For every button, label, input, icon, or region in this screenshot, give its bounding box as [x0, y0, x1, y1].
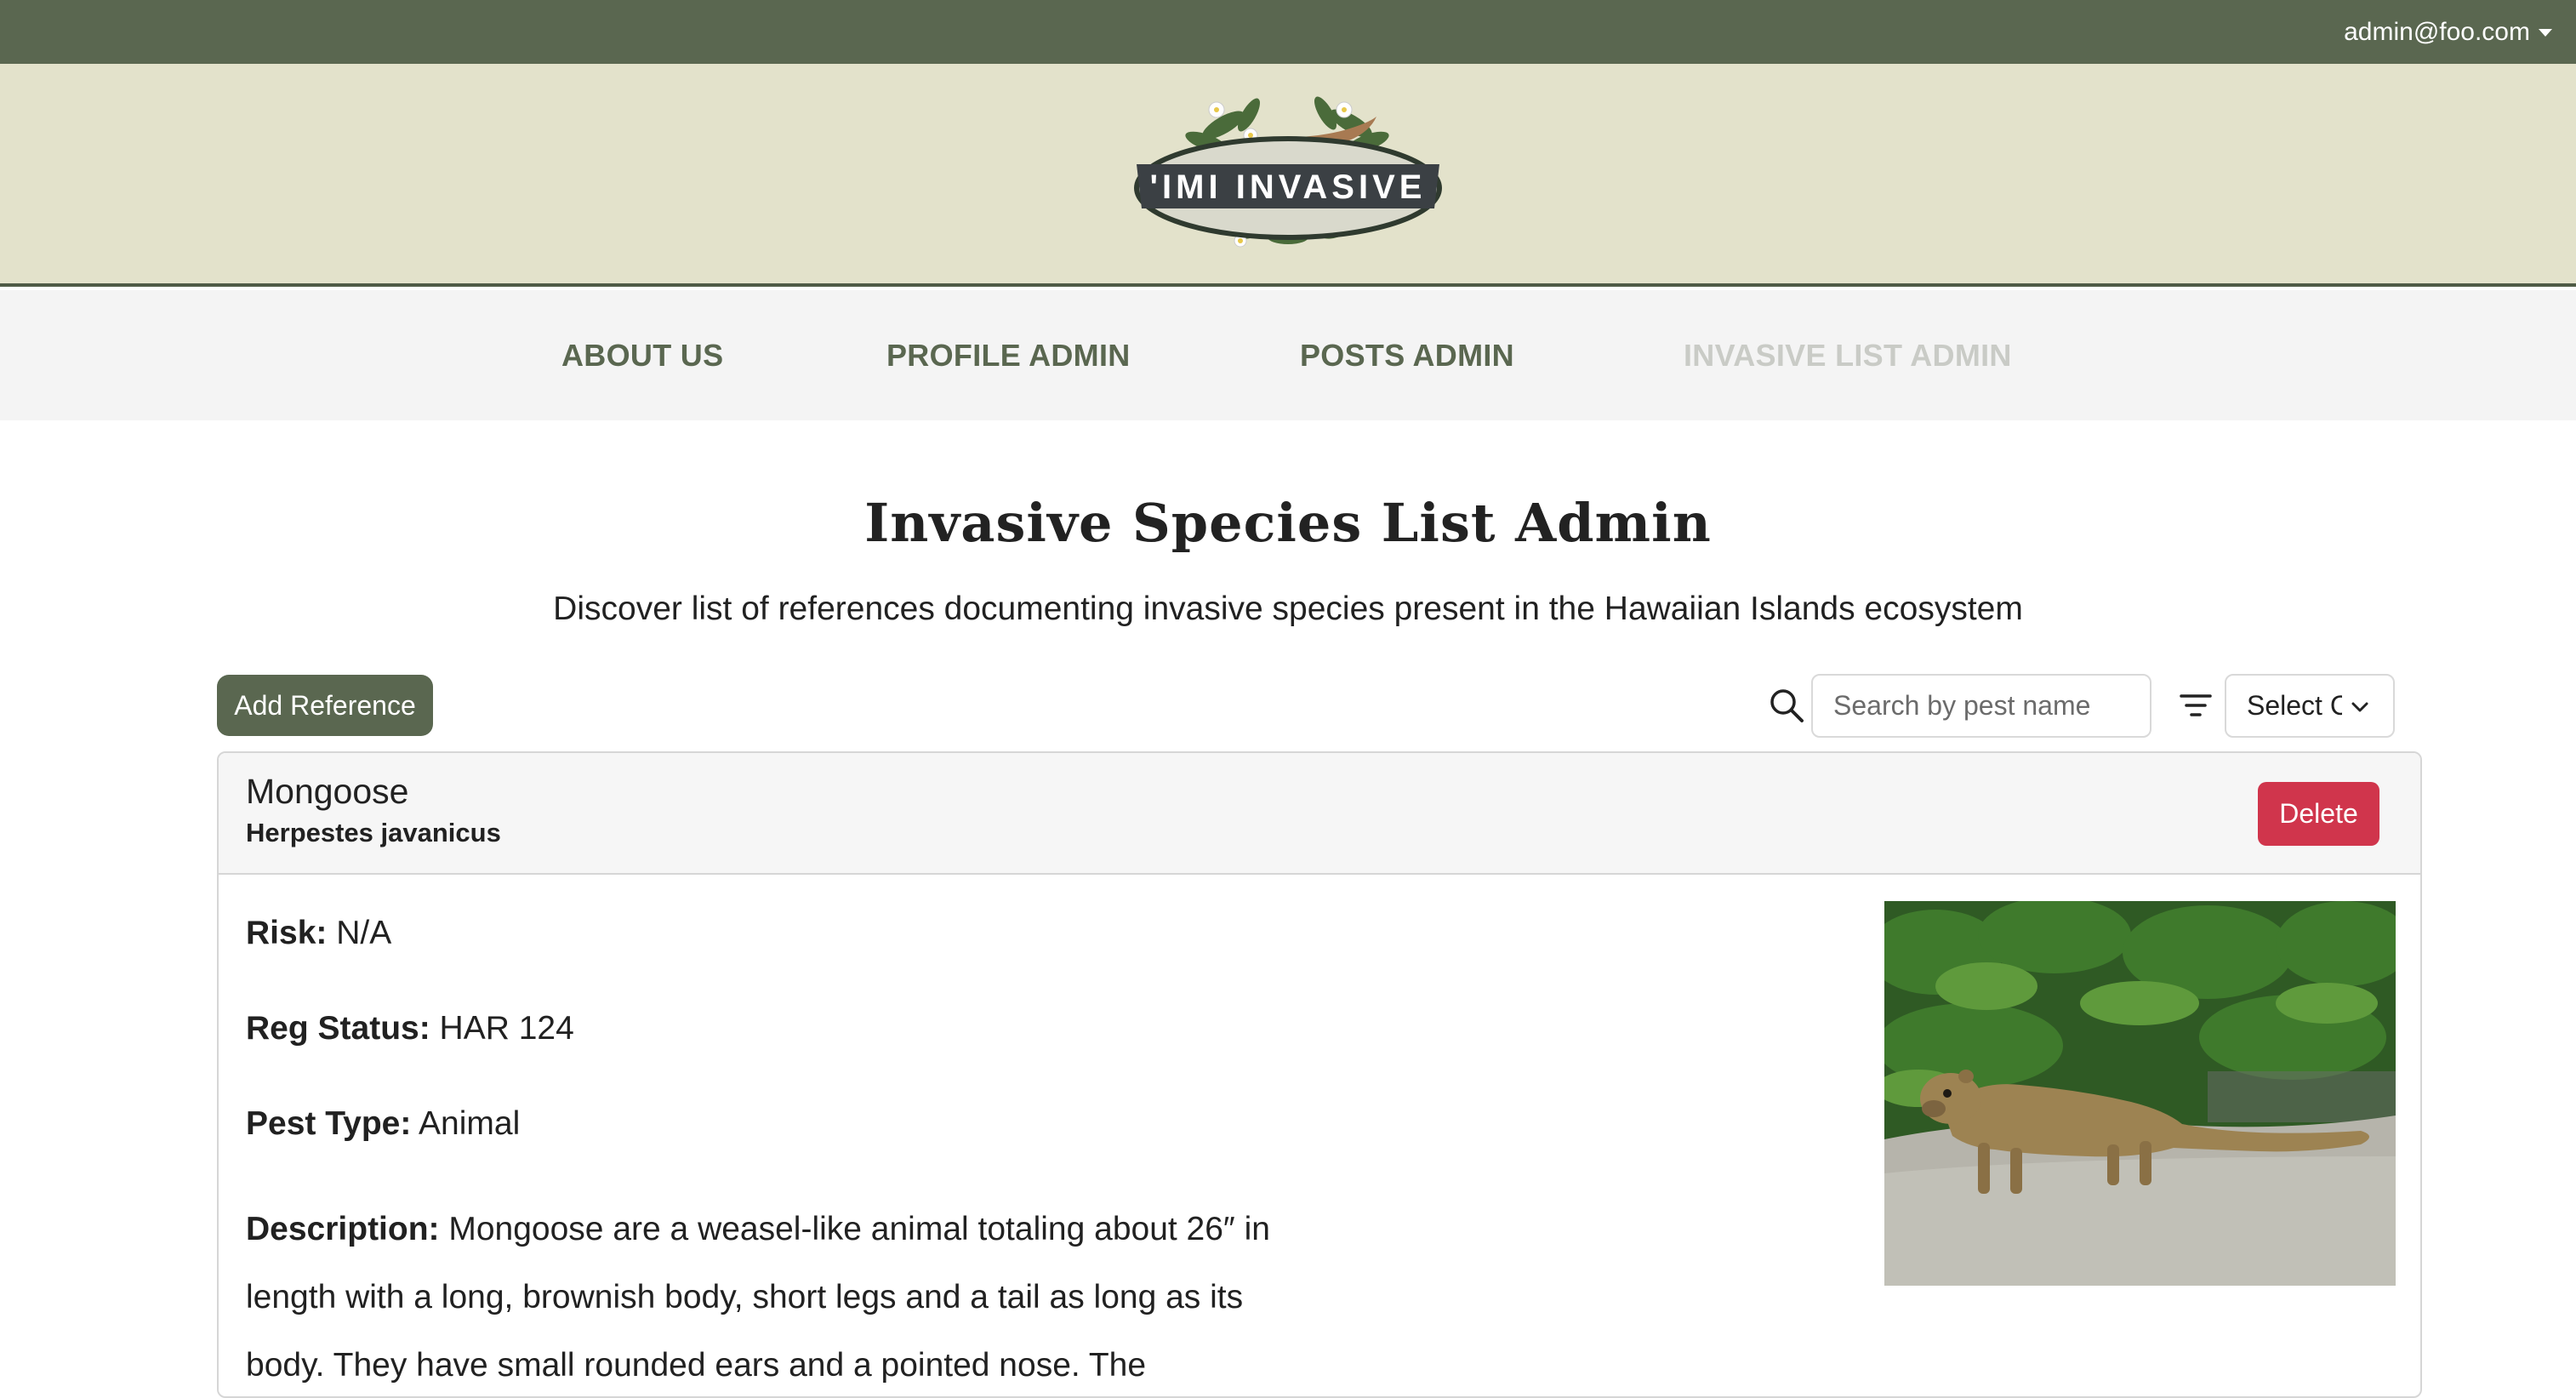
risk-value: N/A [336, 915, 392, 951]
reg-status-value: HAR 124 [439, 1010, 574, 1047]
nav-invasive-list-admin[interactable]: INVASIVE LIST ADMIN [1684, 290, 2012, 420]
banner: 'IMI INVASIVE [0, 64, 2576, 287]
pest-type-value: Animal [419, 1105, 521, 1142]
main-nav: ABOUT US PROFILE ADMIN POSTS ADMIN INVAS… [0, 290, 2576, 420]
page-title: Invasive Species List Admin [864, 492, 1712, 554]
species-scientific-name: Herpestes javanicus [246, 818, 501, 847]
mongoose-photo [1884, 901, 2396, 1286]
risk-label: Risk: [246, 915, 328, 951]
species-common-name: Mongoose [246, 772, 409, 811]
add-reference-button[interactable]: Add Reference [217, 675, 433, 736]
chevron-down-icon [2351, 702, 2368, 712]
nav-about-us[interactable]: ABOUT US [561, 290, 723, 420]
species-card: Mongoose Herpestes javanicus Delete Risk… [217, 751, 2422, 1398]
user-email: admin@foo.com [2344, 17, 2530, 46]
imi-invasive-logo[interactable]: 'IMI INVASIVE [1121, 83, 1455, 270]
description-label: Description: [246, 1211, 440, 1247]
page-subtitle: Discover list of references documenting … [553, 591, 2023, 627]
description-field: Description: Mongoose are a weasel-like … [246, 1195, 1292, 1396]
search-input[interactable] [1811, 674, 2151, 738]
caret-down-icon [2539, 29, 2552, 37]
card-header: Mongoose Herpestes javanicus Delete [219, 753, 2420, 875]
nav-profile-admin[interactable]: PROFILE ADMIN [886, 290, 1131, 420]
risk-field: Risk: N/A [246, 915, 391, 952]
select-value: Select Category [2247, 690, 2342, 721]
pest-type-field: Pest Type: Animal [246, 1105, 520, 1143]
delete-button[interactable]: Delete [2258, 782, 2379, 846]
category-select[interactable]: Select Category [2225, 674, 2395, 738]
reg-status-label: Reg Status: [246, 1010, 430, 1047]
reg-status-field: Reg Status: HAR 124 [246, 1010, 574, 1047]
search-icon[interactable] [1769, 688, 1804, 723]
logo-text: 'IMI INVASIVE [1150, 168, 1427, 206]
user-menu-dropdown[interactable]: admin@foo.com [2344, 0, 2552, 64]
nav-posts-admin[interactable]: POSTS ADMIN [1300, 290, 1514, 420]
top-bar: admin@foo.com [0, 0, 2576, 64]
filter-icon[interactable] [2180, 692, 2212, 719]
pest-type-label: Pest Type: [246, 1105, 412, 1142]
